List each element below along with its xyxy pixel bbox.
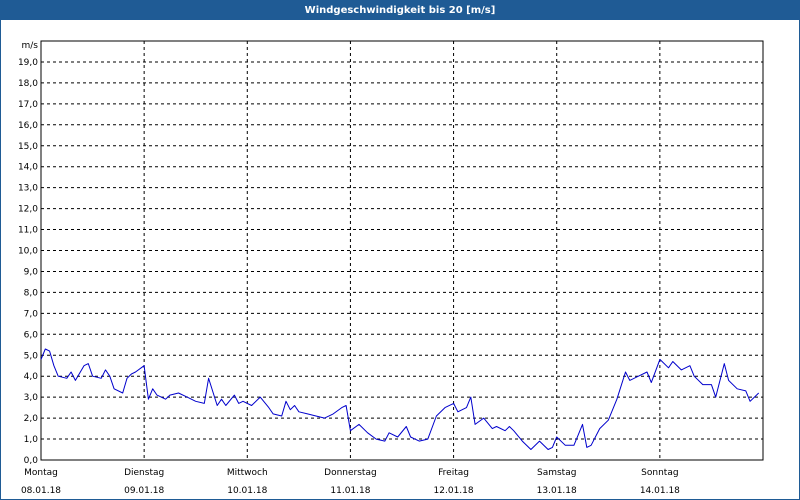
y-tick-label: 16,0: [18, 121, 38, 131]
x-tick-day-label: Donnerstag: [324, 468, 377, 478]
y-tick-label: 19,0: [18, 58, 38, 68]
y-tick-label: 7,0: [24, 309, 39, 319]
x-tick-day-label: Dienstag: [124, 468, 164, 478]
x-tick-day-label: Montag: [24, 468, 58, 478]
x-tick-day-label: Samstag: [537, 468, 576, 478]
y-tick-label: 8,0: [24, 288, 39, 298]
y-tick-label: 14,0: [18, 163, 38, 173]
y-tick-label: 11,0: [18, 226, 38, 236]
x-tick-date-label: 10.01.18: [227, 486, 267, 496]
chart-canvas: 0,0 1,0 2,0 3,0 4,0 5,0 6,0 7,0 8,0 9,0 10,0 11,0 12…: [18, 40, 764, 496]
x-tick-date-label: 09.01.18: [124, 486, 164, 496]
x-axis-ticks: Montag 08.01.18 Dienstag 09.01.18 Mittwoch 10…: [21, 468, 680, 496]
y-tick-label: 5,0: [24, 351, 39, 361]
y-tick-label: 9,0: [24, 267, 39, 277]
y-tick-label: 12,0: [18, 205, 38, 215]
x-tick-day-label: Sonntag: [641, 468, 678, 478]
series-line: [40, 348, 760, 450]
x-tick-day-label: Freitag: [438, 468, 469, 478]
x-tick-date-label: 13.01.18: [537, 486, 577, 496]
x-tick-date-label: 11.01.18: [330, 486, 370, 496]
x-tick-day-label: Mittwoch: [227, 468, 268, 478]
y-tick-label: 1,0: [24, 435, 39, 445]
x-tick-date-label: 14.01.18: [640, 486, 680, 496]
chart-window: Windgeschwindigkeit bis 20 [m/s] 0,0 1,0 2…: [0, 0, 800, 500]
y-tick-label: 3,0: [24, 393, 39, 403]
y-axis-ticks: 0,0 1,0 2,0 3,0 4,0 5,0 6,0 7,0 8,0 9,0 10,0 11,0 12…: [18, 58, 38, 466]
y-tick-label: 2,0: [24, 414, 39, 424]
y-tick-label: 6,0: [24, 330, 39, 340]
series-group: [40, 348, 760, 450]
y-tick-label: 4,0: [24, 372, 39, 382]
y-tick-label: 17,0: [18, 100, 38, 110]
y-axis-unit-label: m/s: [22, 41, 39, 51]
y-tick-label: 0,0: [24, 456, 39, 466]
x-tick-date-label: 08.01.18: [21, 486, 61, 496]
y-tick-label: 13,0: [18, 184, 38, 194]
y-tick-label: 10,0: [18, 247, 38, 257]
y-tick-label: 18,0: [18, 79, 38, 89]
y-tick-label: 15,0: [18, 142, 38, 152]
x-tick-date-label: 12.01.18: [434, 486, 474, 496]
